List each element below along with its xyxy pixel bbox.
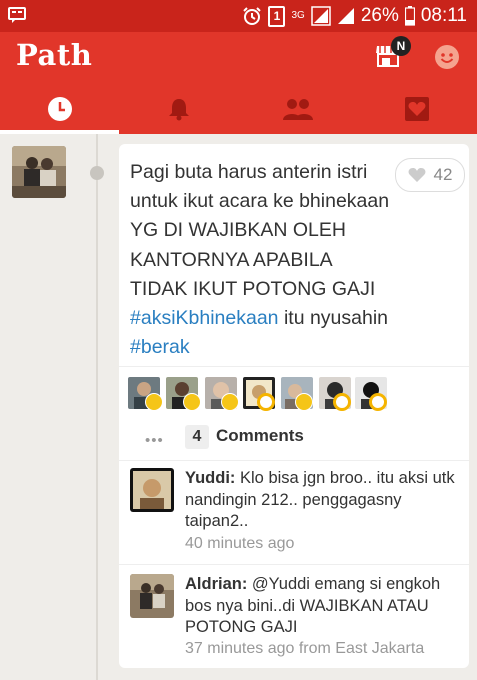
heart-icon	[408, 168, 425, 182]
friends-icon	[282, 99, 313, 120]
alarm-icon	[243, 7, 262, 25]
post-body: Pagi buta harus anterin istri untuk ikut…	[130, 161, 390, 300]
tab-moments[interactable]	[0, 84, 119, 134]
path-logo[interactable]: Path	[16, 38, 92, 72]
love-button[interactable]: 42	[395, 158, 465, 192]
moment-card: Pagi buta harus anterin istri untuk ikut…	[119, 144, 469, 668]
comment-count: 4	[185, 425, 209, 449]
comment-text: Yuddi: Klo bisa jgn broo.. itu aksi utk …	[185, 468, 465, 533]
timeline-line	[96, 134, 98, 680]
more-icon[interactable]: •••	[145, 432, 164, 449]
notification-badge[interactable]: N	[391, 36, 411, 56]
signal-bars-icon	[337, 8, 354, 24]
battery-icon	[404, 6, 415, 26]
smiley-icon[interactable]	[434, 44, 460, 70]
tab-activity[interactable]	[119, 84, 238, 134]
status-bar: 1 3G 26% 08:11	[0, 0, 477, 32]
clock-time: 08:11	[420, 5, 467, 26]
avatar[interactable]	[130, 468, 174, 512]
laugh-reaction-icon	[183, 393, 201, 411]
avatar[interactable]	[12, 146, 66, 198]
smile-reaction-icon	[145, 393, 163, 411]
comment-time: 40 minutes ago	[185, 535, 295, 552]
hashtag-link[interactable]: #berak	[130, 336, 190, 358]
post-text: Pagi buta harus anterin istri untuk ikut…	[130, 158, 390, 362]
sad-reaction-icon	[221, 393, 239, 411]
love-reaction-icon	[257, 393, 275, 411]
comments-header[interactable]: ••• 4 Comments	[119, 412, 469, 461]
tab-friends[interactable]	[238, 84, 357, 134]
comment-text: Aldrian: @Yuddi emang si engkoh bos nya …	[185, 574, 465, 639]
signal-icon	[311, 6, 331, 26]
battery-percent: 26%	[360, 5, 399, 26]
sim-indicator: 1	[268, 5, 286, 27]
network-type: 3G	[291, 10, 305, 21]
hashtag-link[interactable]: #aksiKbhinekaan	[130, 307, 279, 329]
heart-icon	[404, 97, 429, 121]
comments-label: Comments	[216, 426, 304, 445]
avatar[interactable]	[130, 574, 174, 618]
love-count: 42	[433, 165, 453, 184]
reactors-bar	[119, 366, 469, 413]
comment-author[interactable]: Aldrian:	[185, 575, 247, 593]
message-icon	[8, 7, 26, 23]
app-header: Path N	[0, 32, 477, 84]
tab-love[interactable]	[357, 84, 476, 134]
bell-icon	[168, 99, 189, 121]
love-reaction-icon	[333, 393, 351, 411]
timeline-dot	[90, 166, 104, 180]
clock-icon	[47, 97, 72, 121]
love-reaction-icon	[369, 393, 387, 411]
comment-author[interactable]: Yuddi:	[185, 469, 235, 487]
smile-reaction-icon	[295, 393, 313, 411]
divider	[119, 564, 469, 565]
tab-bar	[0, 84, 477, 134]
comment-time: 37 minutes ago from East Jakarta	[185, 640, 425, 657]
post-body-continued: itu nyusahin	[278, 307, 389, 330]
